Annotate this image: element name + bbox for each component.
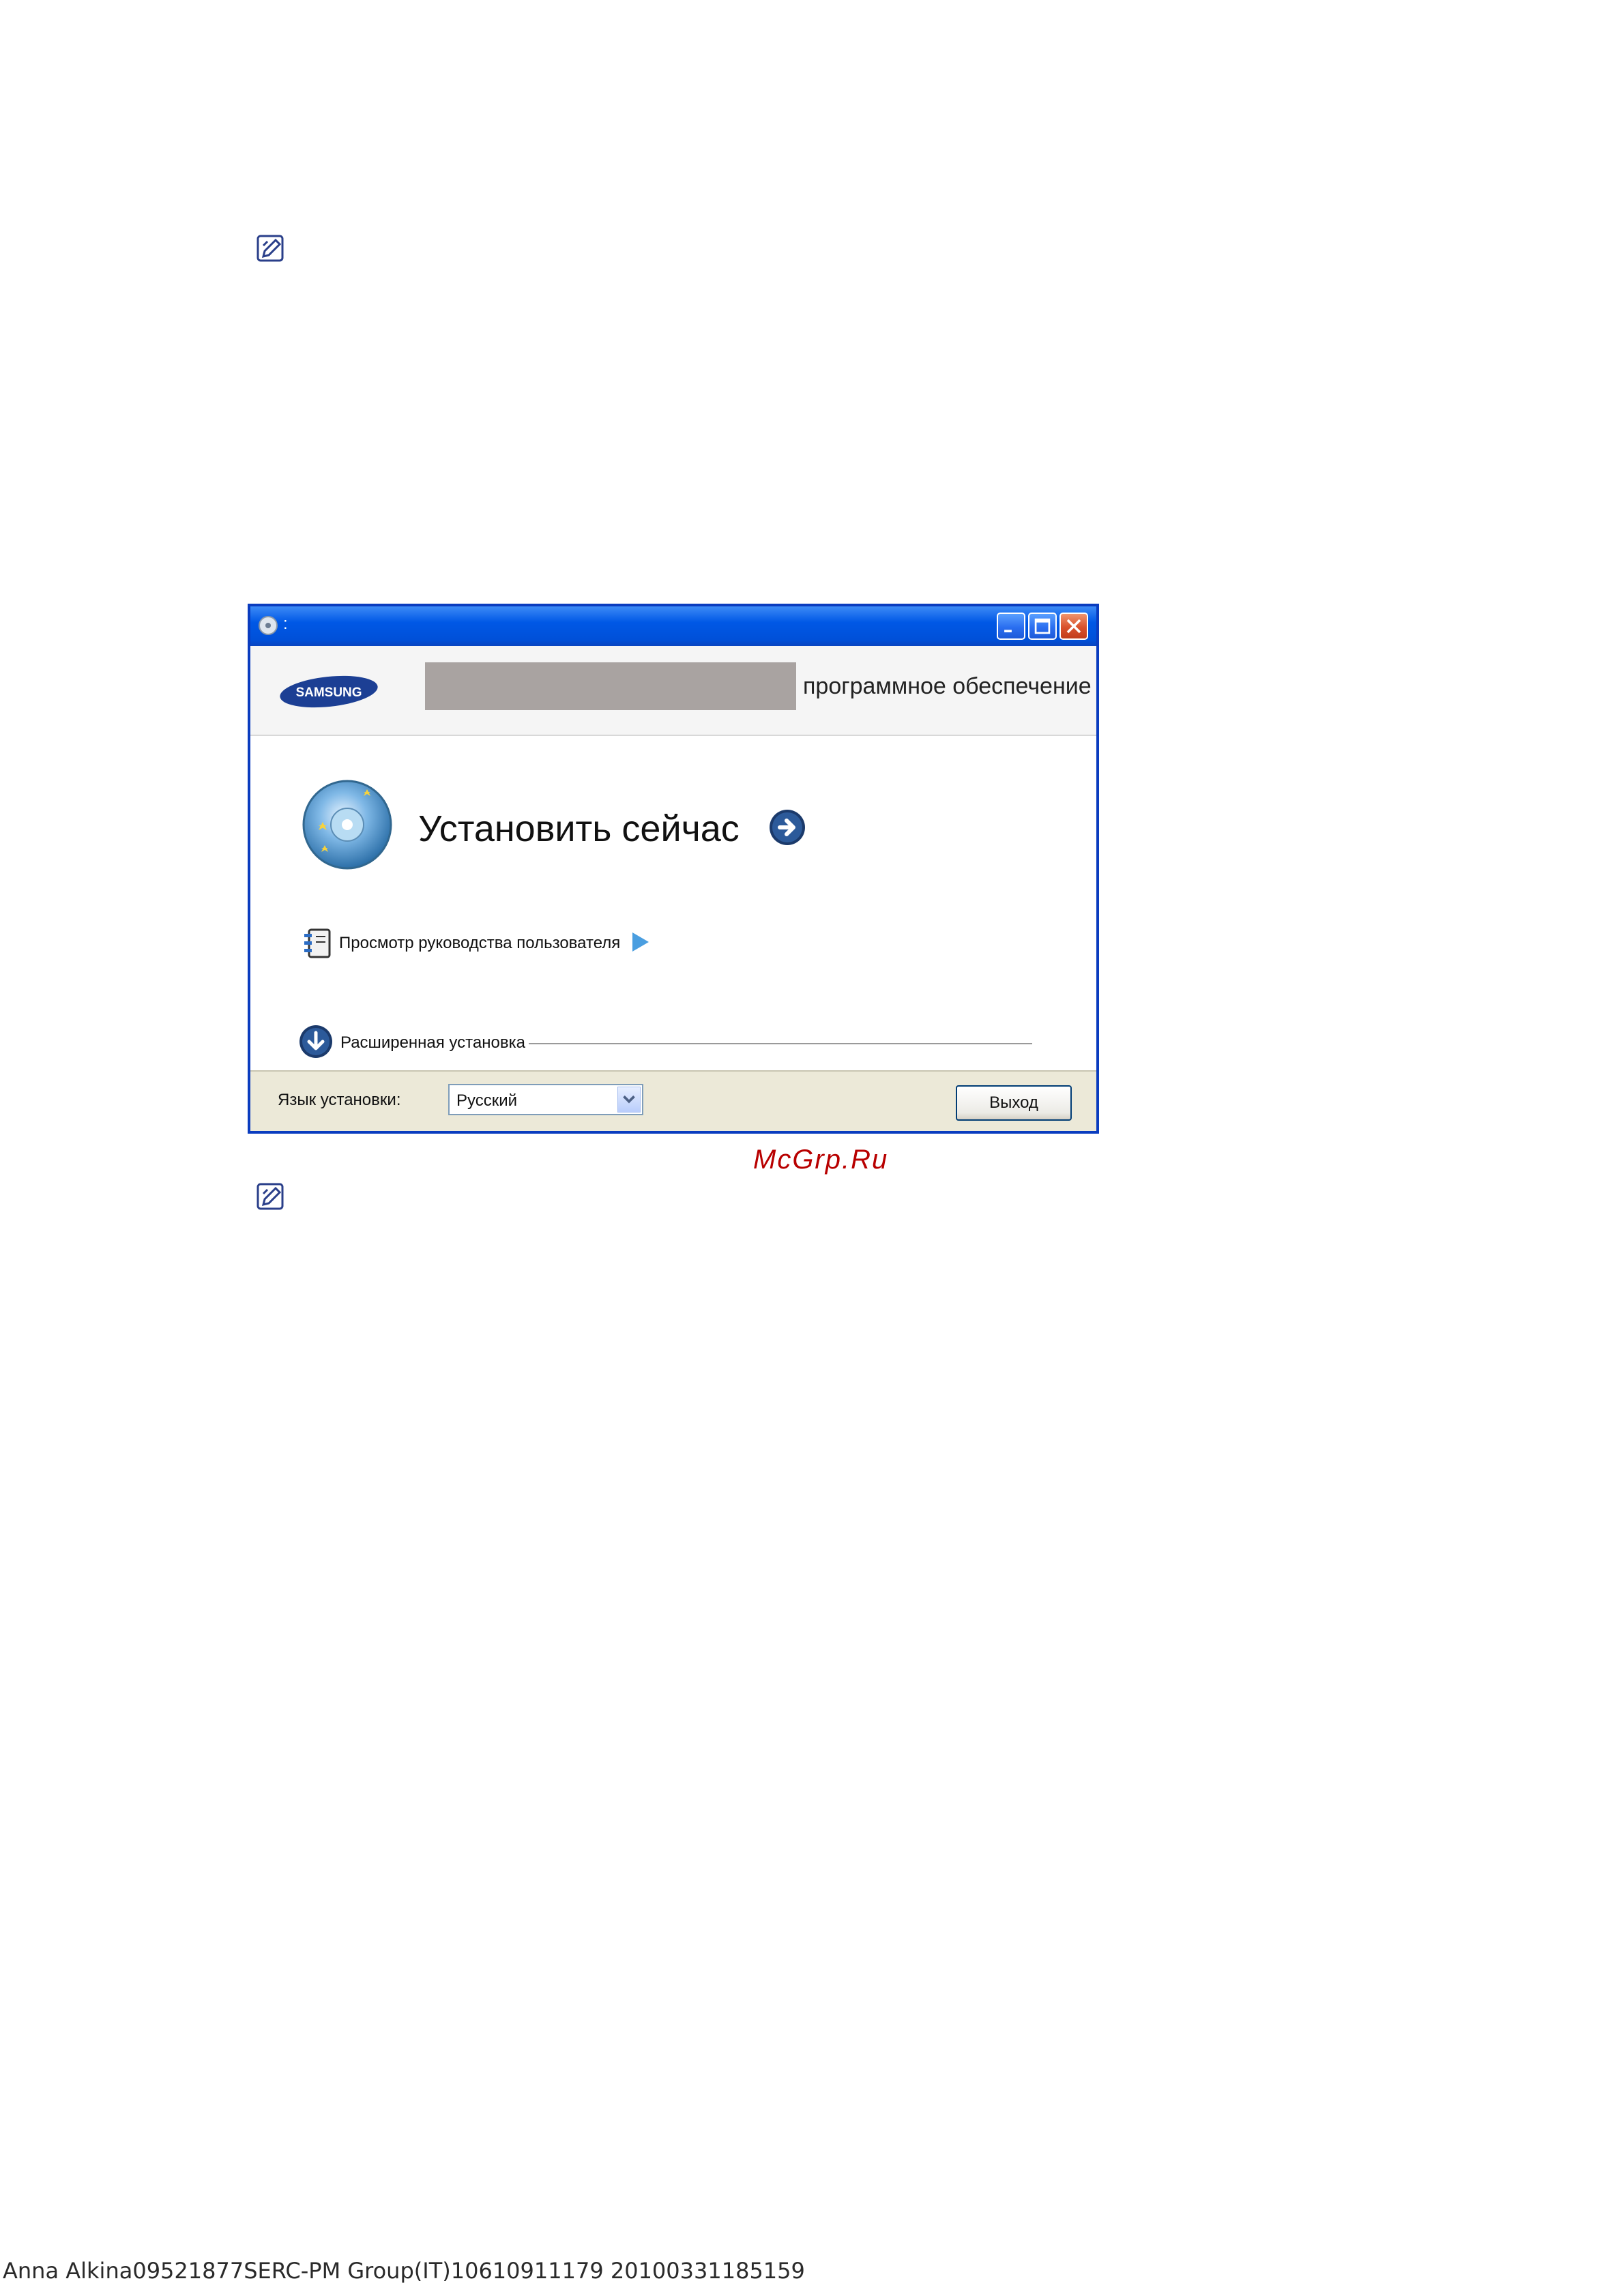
note-icon [254,1180,287,1213]
watermark: McGrp.Ru [753,1145,889,1175]
maximize-icon [1034,618,1051,634]
install-now-link[interactable]: Установить сейчас [418,808,740,850]
installer-header: SAMSUNG программное обеспечение [250,646,1096,736]
manual-book-icon[interactable] [302,927,332,960]
language-label: Язык установки: [278,1091,401,1109]
document-footer-text: Anna Alkina09521877SERC-PM Group(IT)1061… [3,2258,805,2284]
installer-window: : SAMSUNG программное обеспечение Устано… [248,604,1099,1134]
header-caption: программное обеспечение [803,673,1092,699]
minimize-icon [1004,630,1012,632]
product-name-redacted [425,662,796,710]
window-title: : [283,615,288,633]
divider [529,1043,1032,1044]
samsung-logo: SAMSUNG [278,671,380,713]
cd-icon [257,615,279,636]
view-manual-link[interactable]: Просмотр руководства пользователя [339,934,620,953]
language-select[interactable]: Русский [448,1084,643,1115]
minimize-button[interactable] [997,613,1025,640]
close-button[interactable] [1059,613,1088,640]
exit-button[interactable]: Выход [956,1085,1072,1121]
cd-icon[interactable] [298,777,394,872]
note-icon [254,232,287,265]
install-arrow-icon[interactable] [767,808,807,847]
installer-footer: Язык установки: Русский Выход [250,1070,1096,1131]
language-value: Русский [456,1091,518,1110]
maximize-button[interactable] [1028,613,1057,640]
download-arrow-icon[interactable] [298,1024,334,1059]
dropdown-button[interactable] [617,1087,641,1113]
title-bar[interactable]: : [250,606,1096,646]
chevron-down-icon [623,1095,635,1104]
close-icon [1066,619,1081,634]
play-arrow-icon[interactable] [630,930,650,954]
advanced-install-link[interactable]: Расширенная установка [340,1033,525,1053]
svg-text:SAMSUNG: SAMSUNG [295,686,362,700]
